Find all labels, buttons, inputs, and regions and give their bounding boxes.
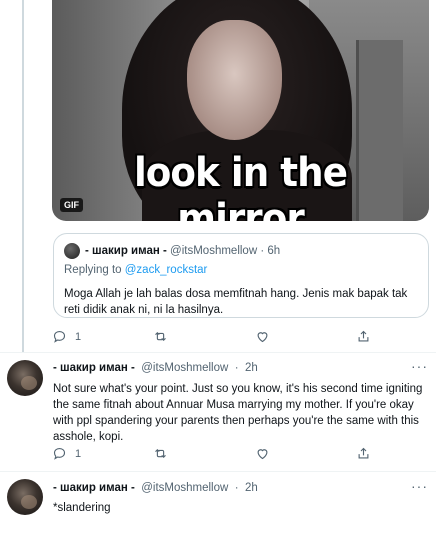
author-name: - шакир иман - (85, 245, 167, 257)
like-icon (257, 332, 268, 343)
avatar (64, 243, 80, 259)
like-button[interactable] (255, 329, 270, 344)
quoted-tweet-text: Moga Allah je lah balas dosa memfitnah h… (64, 288, 408, 316)
author-name[interactable]: - шакир иман - (53, 482, 135, 494)
tweet-actions: 1 (52, 446, 392, 462)
tweet-text: Not sure what's your point. Just so you … (53, 383, 423, 443)
avatar[interactable] (7, 479, 43, 515)
reply-button[interactable]: 1 (52, 329, 81, 344)
tweet-header: - шакир иман - @itsMoshmellow · 2h (53, 362, 258, 374)
author-handle[interactable]: @itsMoshmellow (141, 362, 228, 374)
share-icon (358, 330, 369, 342)
mention-link[interactable]: @zack_rockstar (125, 264, 208, 276)
retweet-icon (155, 331, 166, 342)
author-handle[interactable]: @itsMoshmellow (141, 482, 228, 494)
tweet-text: *slandering (53, 502, 111, 514)
reply-icon (53, 330, 66, 343)
reply-count: 1 (75, 330, 82, 343)
like-icon (257, 449, 268, 460)
retweet-button[interactable] (153, 329, 168, 344)
timestamp[interactable]: 2h (245, 362, 258, 374)
quoted-tweet[interactable]: - шакир иман - @itsMoshmellow · 6h Reply… (53, 233, 429, 318)
like-button[interactable] (255, 446, 270, 461)
timestamp: 6h (267, 245, 281, 257)
gif-media[interactable]: look in the mirror GIF (52, 0, 429, 221)
share-button[interactable] (356, 446, 371, 461)
author-name[interactable]: - шакир иман - (53, 362, 135, 374)
more-icon[interactable]: ··· (411, 478, 428, 494)
retweet-button[interactable] (153, 446, 168, 461)
share-icon (358, 447, 369, 459)
reply-button[interactable]: 1 (52, 446, 81, 461)
share-button[interactable] (356, 329, 371, 344)
divider (0, 352, 436, 353)
author-handle: @itsMoshmellow (170, 245, 258, 257)
replying-to: Replying to @zack_rockstar (64, 264, 208, 276)
reply-icon (53, 447, 66, 460)
avatar[interactable] (7, 360, 43, 396)
tweet-header: - шакир иман - @itsMoshmellow · 2h (53, 482, 258, 494)
reply-count: 1 (75, 447, 82, 460)
timestamp[interactable]: 2h (245, 482, 258, 494)
gif-badge: GIF (60, 198, 83, 212)
more-icon[interactable]: ··· (411, 358, 428, 374)
retweet-icon (155, 448, 166, 459)
thread-line (22, 0, 24, 352)
gif-caption: look in the mirror (133, 150, 348, 221)
quoted-tweet-header: - шакир иман - @itsMoshmellow · 6h (64, 243, 280, 259)
tweet-actions: 1 (52, 329, 392, 345)
divider (0, 471, 436, 472)
